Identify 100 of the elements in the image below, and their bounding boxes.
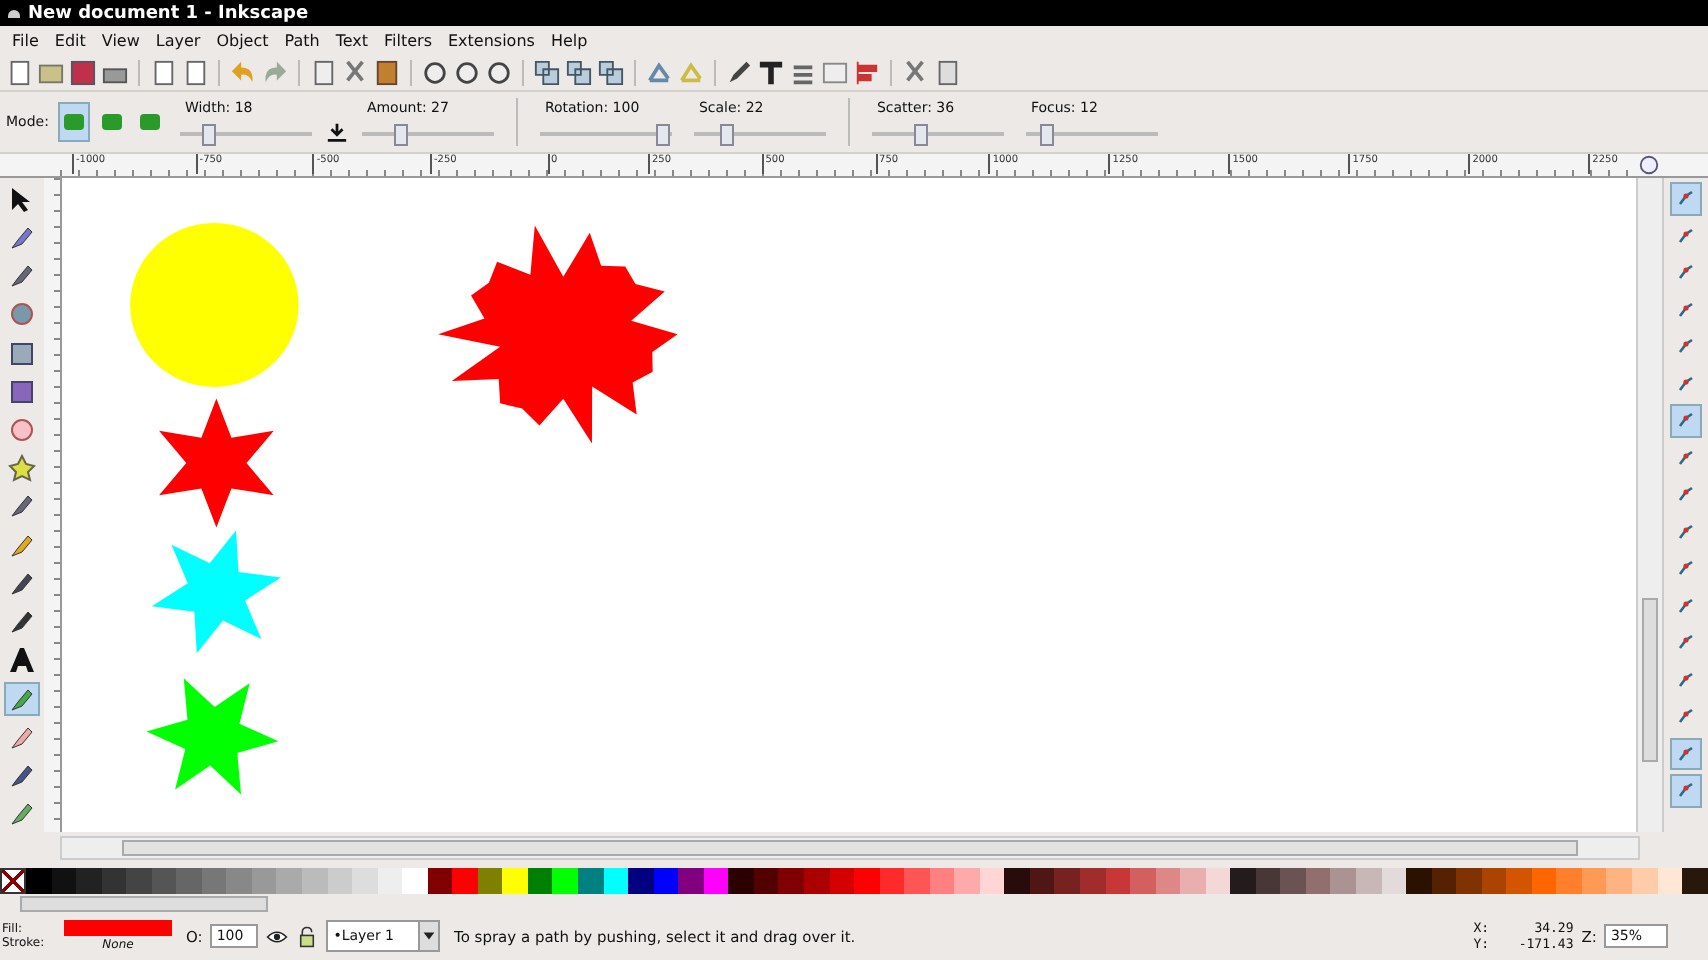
snap-toggle-icon[interactable] bbox=[1670, 774, 1702, 807]
spray-tool-icon[interactable] bbox=[4, 682, 40, 717]
color-swatch[interactable] bbox=[502, 868, 528, 894]
color-swatch[interactable] bbox=[854, 868, 880, 894]
color-swatch[interactable] bbox=[352, 868, 378, 894]
slider-thumb[interactable] bbox=[656, 123, 671, 145]
color-swatch[interactable] bbox=[427, 868, 453, 894]
star-tool-icon[interactable] bbox=[4, 451, 40, 486]
save-icon[interactable] bbox=[70, 59, 96, 85]
color-swatch[interactable] bbox=[578, 868, 604, 894]
color-swatch[interactable] bbox=[1305, 868, 1331, 894]
color-swatch[interactable] bbox=[653, 868, 679, 894]
slider-thumb[interactable] bbox=[720, 123, 735, 145]
color-swatch[interactable] bbox=[628, 868, 654, 894]
color-swatch[interactable] bbox=[1531, 868, 1557, 894]
duplicate-icon[interactable] bbox=[534, 59, 560, 85]
color-swatch[interactable] bbox=[201, 868, 227, 894]
color-swatch[interactable] bbox=[1205, 868, 1231, 894]
clone-icon[interactable] bbox=[566, 59, 592, 85]
menu-item[interactable]: Edit bbox=[46, 31, 94, 49]
redo-icon[interactable] bbox=[262, 59, 288, 85]
color-swatch[interactable] bbox=[1054, 868, 1080, 894]
color-swatch[interactable] bbox=[1280, 868, 1306, 894]
vertical-scrollbar[interactable] bbox=[1636, 178, 1662, 832]
slider-thumb[interactable] bbox=[1040, 123, 1055, 145]
color-swatch[interactable] bbox=[1406, 868, 1432, 894]
color-swatch[interactable] bbox=[302, 868, 328, 894]
color-swatch[interactable] bbox=[1632, 868, 1658, 894]
color-swatch[interactable] bbox=[1606, 868, 1632, 894]
color-swatch[interactable] bbox=[402, 868, 428, 894]
menu-item[interactable]: Path bbox=[276, 31, 328, 49]
color-swatch[interactable] bbox=[26, 868, 52, 894]
color-swatch[interactable] bbox=[101, 868, 127, 894]
slider-thumb[interactable] bbox=[914, 123, 929, 145]
color-swatch[interactable] bbox=[1230, 868, 1256, 894]
color-swatch[interactable] bbox=[76, 868, 102, 894]
unlink-icon[interactable] bbox=[598, 59, 624, 85]
lock-icon[interactable] bbox=[295, 925, 318, 947]
menu-item[interactable]: View bbox=[93, 31, 148, 49]
color-swatch[interactable] bbox=[879, 868, 905, 894]
color-swatch[interactable] bbox=[1431, 868, 1457, 894]
menu-item[interactable]: Extensions bbox=[440, 31, 543, 49]
color-swatch[interactable] bbox=[1381, 868, 1407, 894]
color-swatch[interactable] bbox=[829, 868, 855, 894]
color-swatch[interactable] bbox=[1079, 868, 1106, 894]
color-swatch[interactable] bbox=[1481, 868, 1507, 894]
clipboard-icon[interactable] bbox=[374, 59, 400, 85]
color-swatch[interactable] bbox=[1255, 868, 1281, 894]
color-swatch[interactable] bbox=[803, 868, 829, 894]
horizontal-scrollbar[interactable] bbox=[60, 836, 1640, 860]
color-swatch[interactable] bbox=[1330, 868, 1356, 894]
color-swatch[interactable] bbox=[778, 868, 804, 894]
slider-thumb[interactable] bbox=[201, 123, 216, 145]
color-swatch[interactable] bbox=[477, 868, 503, 894]
open-folder-icon[interactable] bbox=[38, 59, 64, 85]
color-swatch[interactable] bbox=[1556, 868, 1582, 894]
menu-item[interactable]: Filters bbox=[376, 31, 440, 49]
color-swatch[interactable] bbox=[1456, 868, 1482, 894]
color-swatch[interactable] bbox=[126, 868, 152, 894]
scissors-icon[interactable] bbox=[342, 59, 368, 85]
fill-swatch[interactable] bbox=[64, 920, 172, 936]
color-swatch[interactable] bbox=[176, 868, 202, 894]
menu-item[interactable]: Text bbox=[327, 31, 377, 49]
color-swatch[interactable] bbox=[327, 868, 353, 894]
color-swatch[interactable] bbox=[603, 868, 629, 894]
color-swatch[interactable] bbox=[929, 868, 955, 894]
color-swatch[interactable] bbox=[703, 868, 729, 894]
color-swatch[interactable] bbox=[678, 868, 704, 894]
color-swatch[interactable] bbox=[904, 868, 930, 894]
color-swatch[interactable] bbox=[1657, 868, 1683, 894]
no-color-swatch[interactable] bbox=[0, 868, 26, 894]
menu-item[interactable]: Object bbox=[208, 31, 277, 49]
color-swatch[interactable] bbox=[1682, 868, 1708, 894]
color-swatch[interactable] bbox=[452, 868, 478, 894]
color-swatch[interactable] bbox=[954, 868, 980, 894]
color-swatch[interactable] bbox=[151, 868, 177, 894]
slider-thumb[interactable] bbox=[394, 123, 409, 145]
pressure-icon[interactable] bbox=[326, 121, 349, 143]
undo-icon[interactable] bbox=[230, 59, 256, 85]
color-swatch[interactable] bbox=[1130, 868, 1156, 894]
color-swatch[interactable] bbox=[1180, 868, 1206, 894]
snap-toggle-icon[interactable] bbox=[1670, 404, 1702, 437]
color-swatch[interactable] bbox=[1581, 868, 1607, 894]
mode-button[interactable] bbox=[58, 102, 91, 142]
color-swatch[interactable] bbox=[753, 868, 779, 894]
color-swatch[interactable] bbox=[51, 868, 77, 894]
text-tool-icon[interactable] bbox=[758, 59, 784, 85]
color-swatch[interactable] bbox=[1506, 868, 1532, 894]
menu-item[interactable]: Layer bbox=[147, 31, 209, 49]
palette-scrollbar[interactable] bbox=[20, 896, 268, 912]
color-swatch[interactable] bbox=[979, 868, 1005, 894]
color-swatch[interactable] bbox=[251, 868, 277, 894]
color-swatch[interactable] bbox=[1355, 868, 1382, 894]
caret-icon[interactable] bbox=[418, 920, 441, 952]
color-swatch[interactable] bbox=[728, 868, 754, 894]
snap-toggle-icon[interactable] bbox=[1670, 182, 1702, 215]
color-swatch[interactable] bbox=[1004, 868, 1030, 894]
color-swatch[interactable] bbox=[377, 868, 403, 894]
color-swatch[interactable] bbox=[226, 868, 252, 894]
new-document-icon[interactable] bbox=[6, 59, 32, 85]
